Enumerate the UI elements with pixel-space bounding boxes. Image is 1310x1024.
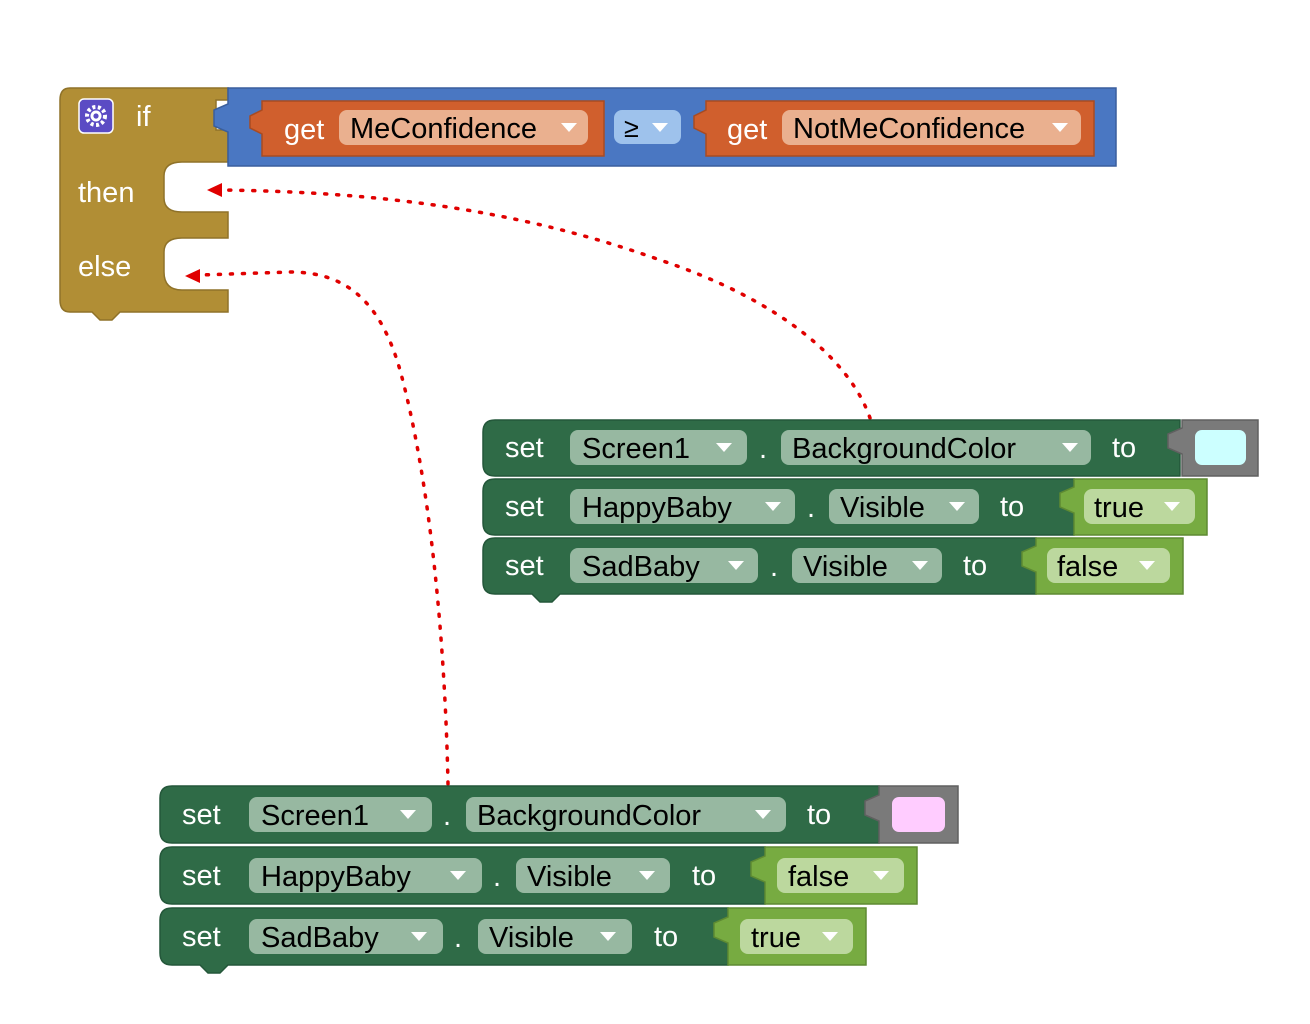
property-name: Visible xyxy=(527,861,612,893)
property-dropdown[interactable]: BackgroundColor xyxy=(781,430,1091,465)
component-dropdown[interactable]: Screen1 xyxy=(570,430,747,465)
else-setter-group[interactable]: set Screen1 . BackgroundColor to set Hap… xyxy=(159,785,959,974)
boolean-value: true xyxy=(1094,492,1144,524)
if-else-block[interactable]: if then else xyxy=(59,87,229,321)
property-dropdown[interactable]: Visible xyxy=(792,548,942,583)
variable-dropdown-notmeconfidence[interactable]: NotMeConfidence xyxy=(782,110,1081,145)
color-value-block[interactable] xyxy=(864,785,959,844)
boolean-value: false xyxy=(788,861,849,893)
to-keyword: to xyxy=(963,550,987,582)
get-keyword: get xyxy=(727,114,767,146)
setter-block[interactable]: set HappyBaby . Visible to true xyxy=(482,478,1208,536)
dot-separator: . xyxy=(454,922,462,954)
to-keyword: to xyxy=(807,799,831,831)
property-dropdown[interactable]: Visible xyxy=(478,919,632,954)
connector-else xyxy=(185,269,450,786)
setter-block[interactable]: set SadBaby . Visible to true xyxy=(159,907,867,974)
boolean-dropdown[interactable]: false xyxy=(1047,548,1170,583)
setter-block[interactable]: set Screen1 . BackgroundColor to xyxy=(159,785,959,844)
property-dropdown[interactable]: BackgroundColor xyxy=(466,797,786,832)
then-setter-group[interactable]: set Screen1 . BackgroundColor to set Hap… xyxy=(482,419,1259,603)
boolean-dropdown[interactable]: true xyxy=(1084,489,1195,524)
component-name: SadBaby xyxy=(582,551,700,583)
to-keyword: to xyxy=(1112,432,1136,464)
then-label: then xyxy=(78,177,134,209)
component-dropdown[interactable]: SadBaby xyxy=(249,919,443,954)
property-name: Visible xyxy=(840,492,925,524)
arrow-head-icon xyxy=(185,269,200,283)
component-name: Screen1 xyxy=(582,433,690,465)
get-meconfidence-block[interactable]: get MeConfidence xyxy=(249,100,605,157)
set-keyword: set xyxy=(505,432,544,464)
property-dropdown[interactable]: Visible xyxy=(829,489,979,524)
property-name: BackgroundColor xyxy=(477,800,701,832)
dot-separator: . xyxy=(493,861,501,893)
set-keyword: set xyxy=(505,491,544,523)
component-dropdown[interactable]: Screen1 xyxy=(249,797,432,832)
get-notmeconfidence-block[interactable]: get NotMeConfidence xyxy=(693,100,1095,157)
boolean-value-block[interactable]: true xyxy=(713,907,867,966)
connector-then xyxy=(207,183,872,420)
color-value-block[interactable] xyxy=(1167,419,1259,477)
to-keyword: to xyxy=(654,921,678,953)
setter-block[interactable]: set SadBaby . Visible to false xyxy=(482,537,1184,603)
dot-separator: . xyxy=(443,800,451,832)
component-dropdown[interactable]: SadBaby xyxy=(570,548,758,583)
property-name: Visible xyxy=(489,922,574,954)
set-keyword: set xyxy=(182,860,221,892)
dot-separator: . xyxy=(759,433,767,465)
component-name: Screen1 xyxy=(261,800,369,832)
boolean-value: false xyxy=(1057,551,1118,583)
boolean-value: true xyxy=(751,922,801,954)
variable-name: NotMeConfidence xyxy=(793,113,1025,145)
setter-block[interactable]: set Screen1 . BackgroundColor to xyxy=(482,419,1259,477)
if-label: if xyxy=(136,101,151,133)
get-keyword: get xyxy=(284,114,324,146)
boolean-value-block[interactable]: false xyxy=(750,846,918,905)
boolean-value-block[interactable]: true xyxy=(1059,478,1208,536)
to-keyword: to xyxy=(1000,491,1024,523)
arrow-head-icon xyxy=(207,183,222,197)
dot-separator: . xyxy=(770,551,778,583)
to-keyword: to xyxy=(692,860,716,892)
else-label: else xyxy=(78,251,131,283)
component-name: HappyBaby xyxy=(261,861,411,893)
operator-dropdown[interactable]: ≥ xyxy=(614,110,681,144)
component-dropdown[interactable]: HappyBaby xyxy=(570,489,795,524)
set-keyword: set xyxy=(505,550,544,582)
property-name: Visible xyxy=(803,551,888,583)
color-swatch[interactable] xyxy=(892,797,945,832)
mutator-gear-icon[interactable] xyxy=(78,98,114,134)
boolean-dropdown[interactable]: true xyxy=(740,919,853,954)
dot-separator: . xyxy=(807,492,815,524)
boolean-value-block[interactable]: false xyxy=(1021,537,1184,595)
color-swatch[interactable] xyxy=(1195,430,1246,465)
property-name: BackgroundColor xyxy=(792,433,1016,465)
operator-symbol: ≥ xyxy=(624,113,639,143)
property-dropdown[interactable]: Visible xyxy=(516,858,670,893)
component-name: HappyBaby xyxy=(582,492,732,524)
component-dropdown[interactable]: HappyBaby xyxy=(249,858,482,893)
variable-dropdown-meconfidence[interactable]: MeConfidence xyxy=(339,110,588,145)
setter-block[interactable]: set HappyBaby . Visible to false xyxy=(159,846,918,905)
set-keyword: set xyxy=(182,921,221,953)
component-name: SadBaby xyxy=(261,922,379,954)
boolean-dropdown[interactable]: false xyxy=(777,858,904,893)
blocks-workspace: if then else get MeConfidence ≥ get NotM… xyxy=(59,87,1259,974)
set-keyword: set xyxy=(182,799,221,831)
variable-name: MeConfidence xyxy=(350,113,537,145)
